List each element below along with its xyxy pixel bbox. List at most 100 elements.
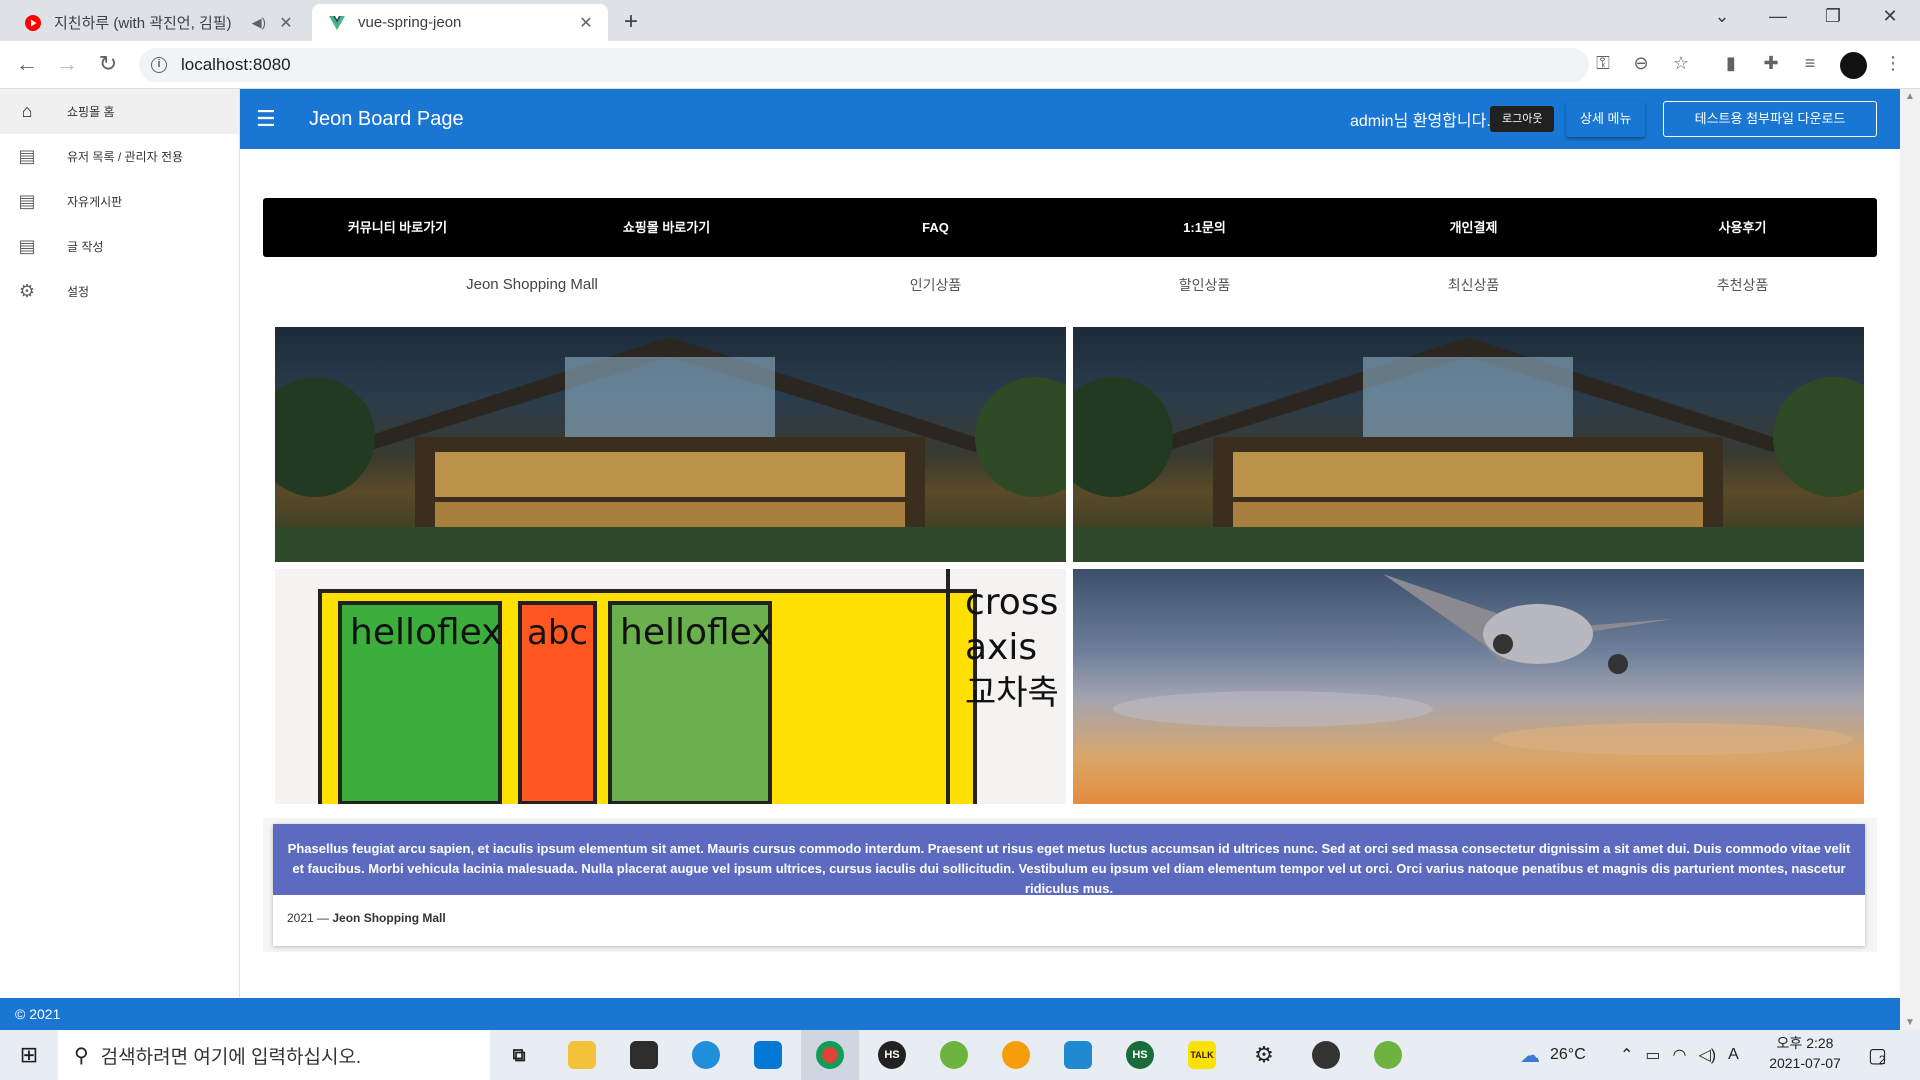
house-image[interactable] [1073,327,1864,562]
scroll-up-icon[interactable]: ▲ [1905,91,1915,102]
battery-icon[interactable]: ▭ [1645,1045,1660,1065]
back-icon[interactable]: ← [12,51,42,77]
flexbox-diagram-image[interactable]: helloflex abc helloflex cross axis 교차축 [275,569,1066,804]
youtube-icon [25,14,41,31]
footer-year: 2021 — [287,911,330,925]
ime-indicator[interactable]: A [1728,1046,1739,1064]
menu-item-faq[interactable]: FAQ [801,198,1070,257]
sidebar-item-board[interactable]: ▤ 자유게시판 [0,179,239,224]
task-view-icon[interactable]: ⧉ [490,1030,548,1080]
sidebar-item-users[interactable]: ▤ 유저 목록 / 관리자 전용 [0,134,239,179]
profile-avatar[interactable] [1840,52,1867,79]
footer-card: Phasellus feugiat arcu sapien, et iaculi… [273,824,1865,946]
subnav-popular[interactable]: 인기상품 [801,272,1070,298]
airplane-image[interactable] [1073,569,1864,804]
page-scrollbar[interactable]: ▲ ▼ [1900,89,1920,1030]
menu-item-community[interactable]: 커뮤니티 바로가기 [263,198,532,257]
flex-label: abc [527,613,588,653]
sidebar-item-label: 글 작성 [67,240,104,254]
gear-icon: ⚙ [18,281,36,301]
wifi-icon[interactable]: ◠ [1673,1045,1687,1065]
subnav-newest[interactable]: 최신상품 [1339,272,1608,298]
site-info-icon[interactable]: i [151,57,167,73]
shop-brand-link[interactable]: Jeon Shopping Mall [263,272,801,298]
settings-gear-icon[interactable]: ⚙ [1235,1030,1293,1080]
spring-icon[interactable] [925,1030,983,1080]
close-window-icon[interactable]: ✕ [1875,6,1905,27]
sidebar-item-settings[interactable]: ⚙ 설정 [0,269,239,314]
taskbar-search-box[interactable]: ⚲ 검색하려면 여기에 입력하십시오. [58,1030,490,1080]
logout-button[interactable]: 로그아웃 [1490,106,1555,132]
address-bar[interactable]: i localhost:8080 [139,48,1589,82]
tab-search-icon[interactable]: ⌄ [1707,6,1737,27]
puzzle-icon[interactable]: ✚ [1758,53,1784,74]
speaker-icon[interactable]: ◀) [252,15,266,31]
windows-start-icon[interactable]: ⊞ [0,1042,58,1068]
weather-widget[interactable]: ☁ 26°C [1520,1030,1586,1080]
subnav-sale[interactable]: 할인상품 [1070,272,1339,298]
detail-menu-button[interactable]: 상세 메뉴 [1566,101,1646,137]
edge-icon[interactable] [677,1030,735,1080]
flex-label: helloflex [620,612,773,653]
footer-brand: Jeon Shopping Mall [332,911,446,925]
house-image[interactable] [275,327,1066,562]
file-explorer-icon[interactable] [553,1030,611,1080]
hs-app-icon[interactable]: HS [863,1030,921,1080]
reload-icon[interactable]: ↻ [93,51,123,77]
mail-icon[interactable] [739,1030,797,1080]
close-tab-icon[interactable]: ✕ [574,13,598,33]
sidebar-item-label: 자유게시판 [67,195,123,209]
vscode-icon[interactable] [1049,1030,1107,1080]
app-footer: © 2021 [0,998,1900,1030]
app-title: Jeon Board Page [309,107,464,130]
shield-app-icon[interactable] [987,1030,1045,1080]
volume-icon[interactable]: ◁) [1699,1045,1717,1065]
hs-app-icon[interactable]: HS [1111,1030,1169,1080]
new-tab-button[interactable]: + [624,8,638,36]
sidebar-item-home[interactable]: ⌂ 쇼핑몰 홈 [0,89,239,134]
kakaotalk-icon[interactable]: TALK [1173,1030,1231,1080]
chevron-up-icon[interactable]: ⌃ [1620,1045,1633,1065]
clock-date: 2021-07-07 [1769,1055,1841,1071]
zoom-icon[interactable]: ⊖ [1628,53,1654,74]
sidebar-item-write[interactable]: ▤ 글 작성 [0,224,239,269]
menu-item-reviews[interactable]: 사용후기 [1608,198,1877,257]
taskbar-clock[interactable]: 오후 2:28 2021-07-07 [1760,1033,1850,1073]
notification-center[interactable]: ▢ 2 [1868,1030,1887,1080]
close-tab-icon[interactable]: ✕ [274,13,298,33]
sidebar-item-label: 설정 [67,285,90,299]
extension-icon[interactable]: ▮ [1718,53,1744,74]
store-icon[interactable] [615,1030,673,1080]
menu-item-shop[interactable]: 쇼핑몰 바로가기 [532,198,801,257]
flex-label: helloflex [350,612,503,653]
airplane-illustration [1113,574,1853,755]
weather-temp: 26°C [1550,1046,1586,1063]
browser-tab-music[interactable]: 지친하루 (with 곽진언, 김필) ◀) ✕ [8,4,308,41]
key-icon[interactable]: ⚿ [1590,53,1616,74]
chrome-icon[interactable] [801,1030,859,1080]
browser-tab-strip: 지친하루 (with 곽진언, 김필) ◀) ✕ vue-spring-jeon… [0,0,1920,41]
minimize-icon[interactable]: — [1763,6,1793,27]
download-attachment-button[interactable]: 테스트용 첨부파일 다운로드 [1663,101,1877,137]
subnav-recommended[interactable]: 추천상품 [1608,272,1877,298]
media-icon[interactable]: ≡ [1797,53,1823,74]
bookmark-star-icon[interactable]: ☆ [1668,53,1694,74]
flex-label: 교차축 [965,673,1059,713]
media-player-icon[interactable] [1297,1030,1355,1080]
system-tray: ⌃ ▭ ◠ ◁) A [1620,1030,1739,1080]
menu-item-inquiry[interactable]: 1:1문의 [1070,198,1339,257]
scroll-down-icon[interactable]: ▼ [1905,1017,1915,1028]
flex-label: cross [965,582,1058,623]
browser-tab-active[interactable]: vue-spring-jeon ✕ [312,4,608,41]
restore-icon[interactable]: ❐ [1818,6,1848,27]
clock-time: 오후 2:28 [1776,1035,1834,1051]
weather-cloud-icon: ☁ [1520,1044,1540,1067]
house-illustration [1073,337,1864,562]
spring-icon[interactable] [1359,1030,1417,1080]
footer-text: Phasellus feugiat arcu sapien, et iaculi… [273,824,1865,896]
sidebar: ⌂ 쇼핑몰 홈 ▤ 유저 목록 / 관리자 전용 ▤ 자유게시판 ▤ 글 작성 … [0,89,240,998]
menu-dots-icon[interactable]: ⋮ [1880,53,1906,74]
forward-icon[interactable]: → [52,51,82,77]
menu-item-payment[interactable]: 개인결제 [1339,198,1608,257]
hamburger-icon[interactable]: ☰ [256,106,278,132]
